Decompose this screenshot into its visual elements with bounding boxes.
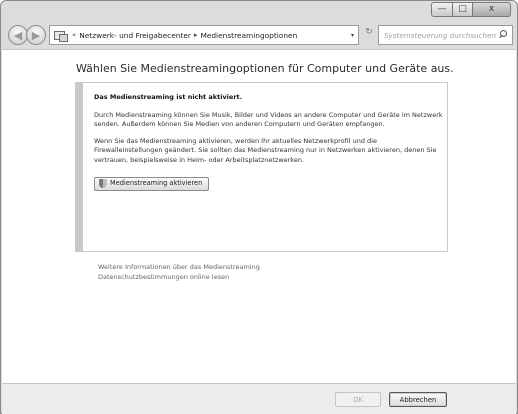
- navigation-bar: ◀ ▶ « Netzwerk- und Freigabecenter ▸ Med…: [1, 21, 517, 49]
- info-accent-bar: [76, 83, 83, 251]
- maximize-icon: □: [458, 4, 467, 14]
- breadcrumb-separator-icon[interactable]: ▸: [194, 31, 198, 39]
- close-button[interactable]: x: [473, 2, 511, 17]
- breadcrumb-media-streaming[interactable]: Medienstreamingoptionen: [200, 31, 297, 40]
- ok-button[interactable]: OK: [335, 392, 381, 407]
- info-paragraph-1: Durch Medienstreaming können Sie Musik, …: [94, 110, 443, 129]
- info-heading: Das Medienstreaming ist nicht aktiviert.: [94, 93, 243, 101]
- info-paragraph-2: Wenn Sie das Medienstreaming aktivieren,…: [94, 136, 437, 164]
- more-info-link[interactable]: Weitere Informationen über das Medienstr…: [98, 262, 260, 272]
- search-placeholder: Systemsteuerung durchsuchen: [384, 30, 497, 40]
- address-dropdown-icon[interactable]: ▾: [351, 32, 354, 39]
- close-icon: x: [488, 4, 495, 14]
- dialog-footer: OK Abbrechen: [2, 383, 516, 414]
- search-icon[interactable]: [498, 30, 508, 40]
- cancel-button[interactable]: Abbrechen: [389, 392, 447, 407]
- control-panel-window: — □ x ◀ ▶ « Netzwerk- und Freigabecenter…: [0, 0, 518, 414]
- privacy-link[interactable]: Datenschutzbestimmungen online lesen: [98, 272, 260, 282]
- main-content: Wählen Sie Medienstreamingoptionen für C…: [2, 49, 516, 383]
- forward-button[interactable]: ▶: [26, 25, 46, 45]
- activate-streaming-label: Medienstreaming aktivieren: [110, 178, 203, 187]
- page-title: Wählen Sie Medienstreamingoptionen für C…: [76, 62, 454, 75]
- info-body: Das Medienstreaming ist nicht aktiviert.…: [94, 93, 444, 192]
- address-bar[interactable]: « Netzwerk- und Freigabecenter ▸ Mediens…: [49, 25, 359, 45]
- window-controls: — □ x: [431, 2, 511, 17]
- maximize-button[interactable]: □: [453, 2, 473, 17]
- activate-streaming-button[interactable]: Medienstreaming aktivieren: [94, 176, 210, 191]
- refresh-button[interactable]: ↻: [362, 27, 376, 43]
- help-links: Weitere Informationen über das Medienstr…: [98, 262, 260, 282]
- refresh-icon: ↻: [365, 27, 373, 37]
- breadcrumb-network-center[interactable]: Netzwerk- und Freigabecenter: [79, 31, 191, 40]
- minimize-icon: —: [437, 4, 447, 14]
- search-input[interactable]: Systemsteuerung durchsuchen: [378, 25, 513, 45]
- title-bar: — □ x: [1, 1, 517, 21]
- forward-arrow-icon: ▶: [31, 28, 41, 42]
- network-folder-icon: [53, 29, 68, 42]
- back-arrow-icon: ◀: [13, 28, 23, 42]
- address-overflow-chevron[interactable]: «: [72, 31, 76, 39]
- back-button[interactable]: ◀: [8, 25, 28, 45]
- minimize-button[interactable]: —: [431, 2, 453, 17]
- streaming-info-box: Das Medienstreaming ist nicht aktiviert.…: [75, 82, 448, 252]
- uac-shield-icon: [99, 179, 107, 189]
